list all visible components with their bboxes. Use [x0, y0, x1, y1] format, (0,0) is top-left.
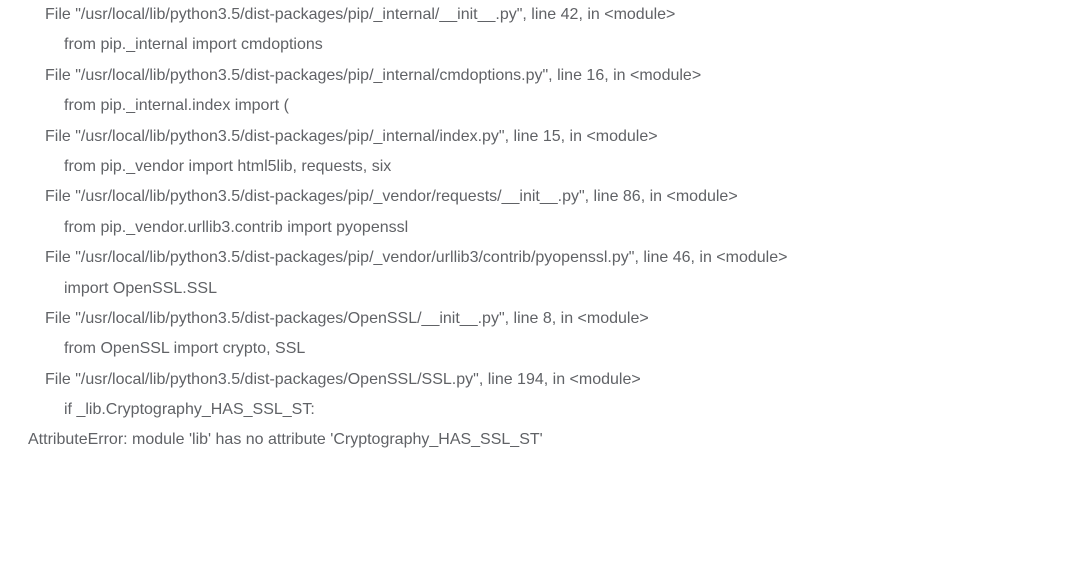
- traceback-frame-code: from OpenSSL import crypto, SSL: [28, 334, 1038, 364]
- traceback-frame-code: from pip._internal import cmdoptions: [28, 30, 1038, 60]
- traceback-frame-file: File "/usr/local/lib/python3.5/dist-pack…: [28, 61, 1038, 91]
- traceback-frame-code: from pip._vendor.urllib3.contrib import …: [28, 213, 1038, 243]
- traceback-frame-code: import OpenSSL.SSL: [28, 274, 1038, 304]
- traceback-frame-file: File "/usr/local/lib/python3.5/dist-pack…: [28, 0, 1038, 30]
- traceback-frame-file: File "/usr/local/lib/python3.5/dist-pack…: [28, 182, 1038, 212]
- python-traceback: File "/usr/local/lib/python3.5/dist-pack…: [0, 0, 1066, 472]
- traceback-frame-file: File "/usr/local/lib/python3.5/dist-pack…: [28, 243, 1038, 273]
- traceback-frame-file: File "/usr/local/lib/python3.5/dist-pack…: [28, 122, 1038, 152]
- traceback-frame-file: File "/usr/local/lib/python3.5/dist-pack…: [28, 304, 1038, 334]
- traceback-frame-code: from pip._internal.index import (: [28, 91, 1038, 121]
- traceback-frame-file: File "/usr/local/lib/python3.5/dist-pack…: [28, 365, 1038, 395]
- traceback-frame-code: from pip._vendor import html5lib, reques…: [28, 152, 1038, 182]
- traceback-error: AttributeError: module 'lib' has no attr…: [28, 425, 1038, 455]
- traceback-frame-code: if _lib.Cryptography_HAS_SSL_ST:: [28, 395, 1038, 425]
